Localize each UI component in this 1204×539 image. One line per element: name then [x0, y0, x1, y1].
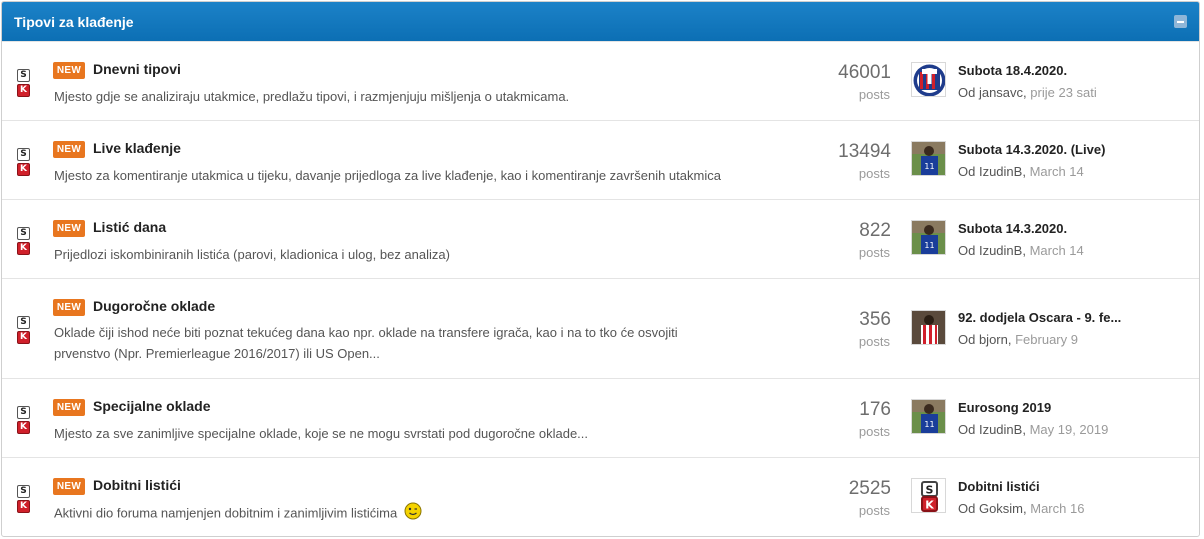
post-count: 13494 [838, 141, 891, 162]
collapse-icon[interactable] [1174, 15, 1187, 28]
forum-row: S K NEW Dugoročne oklade Oklade čiji ish… [2, 278, 1199, 378]
post-count-label: posts [858, 245, 890, 260]
forum-description: Aktivni dio foruma namjenjen dobitnim i … [54, 502, 754, 526]
sk-forum-icon: S K [17, 69, 34, 97]
sk-logo-avatar[interactable]: S K [911, 478, 946, 513]
post-count-label: posts [858, 166, 890, 181]
last-post-meta: Od jansavc, prije 23 sati [958, 85, 1097, 100]
forum-category-panel: Tipovi za klađenje S K NEW Dnevni tipovi… [1, 1, 1200, 537]
player-photo-avatar[interactable]: 11 [911, 220, 946, 255]
last-post-date: March 14 [1029, 164, 1084, 179]
club-crest-avatar[interactable] [911, 62, 946, 97]
last-thread-link[interactable]: 92. dodjela Oscara - 9. fe... [958, 310, 1121, 325]
description-text: Aktivni dio foruma namjenjen dobitnim i … [54, 505, 398, 521]
last-post-date: February 9 [1015, 332, 1078, 347]
post-count: 822 [859, 220, 891, 241]
new-badge: NEW [53, 62, 85, 79]
svg-text:11: 11 [924, 420, 934, 429]
forum-row: S K NEW Live klađenje Mjesto za komentir… [2, 120, 1199, 199]
post-count: 2525 [848, 478, 891, 499]
post-count-label: posts [858, 87, 890, 102]
new-badge: NEW [53, 299, 85, 316]
svg-text:11: 11 [924, 241, 934, 250]
last-thread-link[interactable]: Subota 18.4.2020. [958, 63, 1067, 78]
category-header: Tipovi za klađenje [2, 2, 1199, 41]
last-post-date: March 16 [1030, 501, 1085, 516]
forum-title-link[interactable]: Listić dana [93, 219, 166, 235]
last-post-meta: Od bjorn, February 9 [958, 332, 1078, 347]
forum-description: Mjesto za sve zanimljive specijalne okla… [54, 426, 589, 441]
last-poster-link[interactable]: Od IzudinB, [958, 164, 1026, 179]
post-count: 176 [859, 399, 891, 420]
forum-description: Mjesto gdje se analiziraju utakmice, pre… [54, 89, 570, 104]
forum-row: S K NEW Dobitni listići Aktivni dio foru… [2, 457, 1199, 536]
last-thread-link[interactable]: Subota 14.3.2020. [958, 221, 1067, 236]
sk-forum-icon: S K [17, 406, 34, 434]
sk-forum-icon: S K [17, 316, 34, 344]
forum-description: Oklade čiji ishod neće biti poznat tekuć… [54, 322, 754, 364]
last-thread-link[interactable]: Eurosong 2019 [958, 400, 1051, 415]
last-post-meta: Od Goksim, March 16 [958, 501, 1084, 516]
last-poster-link[interactable]: Od jansavc, [958, 85, 1027, 100]
forum-description: Mjesto za komentiranje utakmica u tijeku… [54, 168, 721, 183]
category-title[interactable]: Tipovi za klađenje [14, 14, 134, 30]
svg-text:11: 11 [924, 162, 934, 171]
description-line: prvenstvo (Npr. Premierleague 2016/2017)… [54, 346, 380, 361]
player-photo-avatar[interactable]: 11 [911, 141, 946, 176]
player-red-white-avatar[interactable] [911, 310, 946, 345]
post-count: 46001 [838, 62, 891, 83]
forum-row: S K NEW Dnevni tipovi Mjesto gdje se ana… [2, 41, 1199, 120]
new-badge: NEW [53, 220, 85, 237]
post-count-label: posts [858, 334, 890, 349]
last-post-meta: Od IzudinB, May 19, 2019 [958, 422, 1108, 437]
svg-text:S: S [926, 484, 934, 497]
forum-description: Prijedlozi iskombiniranih listića (parov… [54, 247, 450, 262]
last-poster-link[interactable]: Od bjorn, [958, 332, 1011, 347]
sk-forum-icon: S K [17, 148, 34, 176]
wink-smiley-icon [404, 502, 422, 526]
post-count: 356 [859, 309, 891, 330]
forum-title-link[interactable]: Dnevni tipovi [93, 61, 181, 77]
last-thread-link[interactable]: Subota 14.3.2020. (Live) [958, 142, 1105, 157]
forum-title-link[interactable]: Live klađenje [93, 140, 181, 156]
forum-title-link[interactable]: Dobitni listići [93, 477, 181, 493]
svg-text:K: K [925, 499, 934, 512]
last-poster-link[interactable]: Od IzudinB, [958, 422, 1026, 437]
sk-forum-icon: S K [17, 227, 34, 255]
post-count-label: posts [858, 503, 890, 518]
forum-row: S K NEW Specijalne oklade Mjesto za sve … [2, 378, 1199, 457]
last-post-meta: Od IzudinB, March 14 [958, 243, 1084, 258]
new-badge: NEW [53, 141, 85, 158]
last-poster-link[interactable]: Od Goksim, [958, 501, 1027, 516]
forum-title-link[interactable]: Dugoročne oklade [93, 298, 215, 314]
new-badge: NEW [53, 399, 85, 416]
description-line: Oklade čiji ishod neće biti poznat tekuć… [54, 325, 678, 340]
player-photo-avatar[interactable]: 11 [911, 399, 946, 434]
sk-forum-icon: S K [17, 485, 34, 513]
last-post-meta: Od IzudinB, March 14 [958, 164, 1084, 179]
last-post-date: May 19, 2019 [1029, 422, 1109, 437]
last-poster-link[interactable]: Od IzudinB, [958, 243, 1026, 258]
post-count-label: posts [858, 424, 890, 439]
forum-row: S K NEW Listić dana Prijedlozi iskombini… [2, 199, 1199, 278]
last-post-date: prije 23 sati [1030, 85, 1097, 100]
last-thread-link[interactable]: Dobitni listići [958, 479, 1040, 494]
last-post-date: March 14 [1029, 243, 1084, 258]
forum-title-link[interactable]: Specijalne oklade [93, 398, 211, 414]
new-badge: NEW [53, 478, 85, 495]
